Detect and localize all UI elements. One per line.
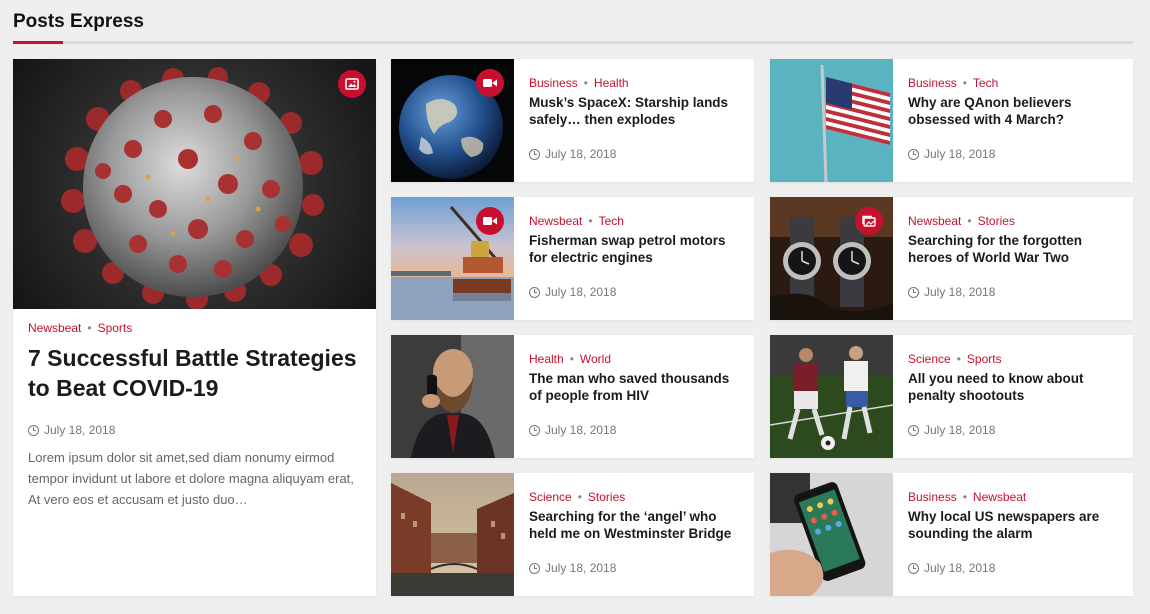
featured-post-image[interactable]: [13, 59, 376, 309]
post-meta: July 18, 2018: [529, 285, 616, 299]
post-date: July 18, 2018: [924, 147, 996, 161]
post-thumbnail[interactable]: [391, 335, 514, 458]
post-meta: July 18, 2018: [529, 423, 616, 437]
post-badge: [476, 69, 504, 97]
post-categories: Health • World: [529, 352, 612, 366]
post-title[interactable]: All you need to know about penalty shoot…: [908, 370, 1123, 404]
category-link[interactable]: Business: [908, 490, 957, 504]
clock-icon: [529, 424, 540, 436]
post-thumbnail[interactable]: [391, 473, 514, 596]
post-date: July 18, 2018: [924, 285, 996, 299]
gallery-icon: [862, 215, 876, 227]
post-card[interactable]: Business • Newsbeat Why local US newspaper…: [770, 473, 1133, 596]
clock-icon: [908, 424, 919, 436]
category-link[interactable]: Tech: [973, 76, 998, 90]
post-date: July 18, 2018: [545, 147, 617, 161]
post-categories: Business • Health: [529, 76, 629, 90]
post-thumbnail[interactable]: [770, 335, 893, 458]
category-link[interactable]: World: [580, 352, 611, 366]
smartphone-image: [770, 473, 893, 596]
video-icon: [483, 79, 497, 87]
clock-icon: [28, 424, 39, 436]
post-title[interactable]: Searching for the forgotten heroes of Wo…: [908, 232, 1123, 266]
category-link[interactable]: Stories: [978, 214, 1015, 228]
post-card[interactable]: Health • World The man who saved thousands…: [391, 335, 754, 458]
post-title[interactable]: Fisherman swap petrol motors for electri…: [529, 232, 744, 266]
coronavirus-image: [61, 67, 324, 309]
category-link[interactable]: Sports: [98, 321, 133, 335]
featured-post-date: July 18, 2018: [28, 423, 363, 437]
category-link[interactable]: Newsbeat: [529, 214, 582, 228]
post-badge: [476, 207, 504, 235]
post-date: July 18, 2018: [924, 561, 996, 575]
category-link[interactable]: Health: [529, 352, 564, 366]
post-title[interactable]: Musk’s SpaceX: Starship lands safely… th…: [529, 94, 744, 128]
post-thumbnail[interactable]: [770, 197, 893, 320]
post-thumbnail[interactable]: [391, 59, 514, 182]
post-categories: Newsbeat • Stories: [908, 214, 1015, 228]
clock-icon: [529, 286, 540, 298]
post-categories: Business • Tech: [908, 76, 999, 90]
post-date: July 18, 2018: [545, 285, 617, 299]
featured-post-excerpt: Lorem ipsum dolor sit amet,sed diam nonu…: [28, 450, 354, 507]
post-categories: Newsbeat • Tech: [529, 214, 624, 228]
clock-icon: [908, 148, 919, 160]
featured-image-badge: [338, 70, 366, 98]
category-link[interactable]: Science: [908, 352, 951, 366]
category-link[interactable]: Newsbeat: [28, 321, 81, 335]
post-thumbnail[interactable]: [770, 59, 893, 182]
image-icon: [345, 78, 359, 90]
post-card[interactable]: Science • Stories Searching for the ‘angel…: [391, 473, 754, 596]
post-card[interactable]: Newsbeat • Tech Fisherman swap petrol moto…: [391, 197, 754, 320]
featured-post-card[interactable]: Newsbeat • Sports 7 Successful Battle Stra…: [13, 59, 376, 596]
clock-icon: [529, 148, 540, 160]
football-image: [770, 335, 893, 458]
bearded-man-image: [391, 335, 514, 458]
post-title[interactable]: Why local US newspapers are sounding the…: [908, 508, 1123, 542]
post-card[interactable]: Business • Health Musk’s SpaceX: Starship …: [391, 59, 754, 182]
post-categories: Business • Newsbeat: [908, 490, 1027, 504]
clock-icon: [908, 562, 919, 574]
section-title-accent: [13, 41, 63, 44]
category-link[interactable]: Science: [529, 490, 572, 504]
category-link[interactable]: Business: [529, 76, 578, 90]
post-title[interactable]: Searching for the ‘angel’ who held me on…: [529, 508, 744, 542]
post-date: July 18, 2018: [545, 423, 617, 437]
post-thumbnail[interactable]: [391, 197, 514, 320]
category-link[interactable]: Newsbeat: [908, 214, 961, 228]
post-meta: July 18, 2018: [908, 561, 995, 575]
post-meta: July 18, 2018: [908, 423, 995, 437]
post-title[interactable]: The man who saved thousands of people fr…: [529, 370, 744, 404]
category-link[interactable]: Stories: [588, 490, 625, 504]
featured-post-categories: Newsbeat • Sports: [28, 321, 133, 335]
post-meta: July 18, 2018: [908, 147, 995, 161]
post-card[interactable]: Newsbeat • Stories Searching for the forgo…: [770, 197, 1133, 320]
post-date: July 18, 2018: [924, 423, 996, 437]
featured-post-title[interactable]: 7 Successful Battle Strategies to Beat C…: [28, 343, 363, 403]
post-meta: July 18, 2018: [529, 561, 616, 575]
category-link[interactable]: Newsbeat: [973, 490, 1026, 504]
post-date: July 18, 2018: [545, 561, 617, 575]
category-link[interactable]: Sports: [967, 352, 1002, 366]
flag-image: [770, 59, 893, 182]
post-meta: July 18, 2018: [908, 285, 995, 299]
clock-icon: [529, 562, 540, 574]
clock-icon: [908, 286, 919, 298]
post-title[interactable]: Why are QAnon believers obsessed with 4 …: [908, 94, 1123, 128]
post-card[interactable]: Science • Sports All you need to know abou…: [770, 335, 1133, 458]
post-thumbnail[interactable]: [770, 473, 893, 596]
section-title-underline: [13, 41, 1133, 44]
category-link[interactable]: Business: [908, 76, 957, 90]
category-link[interactable]: Health: [594, 76, 629, 90]
post-badge: [855, 207, 883, 235]
post-categories: Science • Stories: [529, 490, 626, 504]
section-title: Posts Express: [13, 11, 144, 32]
canal-city-image: [391, 473, 514, 596]
post-date: July 18, 2018: [44, 423, 116, 437]
category-link[interactable]: Tech: [599, 214, 624, 228]
post-meta: July 18, 2018: [529, 147, 616, 161]
video-icon: [483, 217, 497, 225]
post-card[interactable]: Business • Tech Why are QAnon believers ob…: [770, 59, 1133, 182]
post-categories: Science • Sports: [908, 352, 1002, 366]
